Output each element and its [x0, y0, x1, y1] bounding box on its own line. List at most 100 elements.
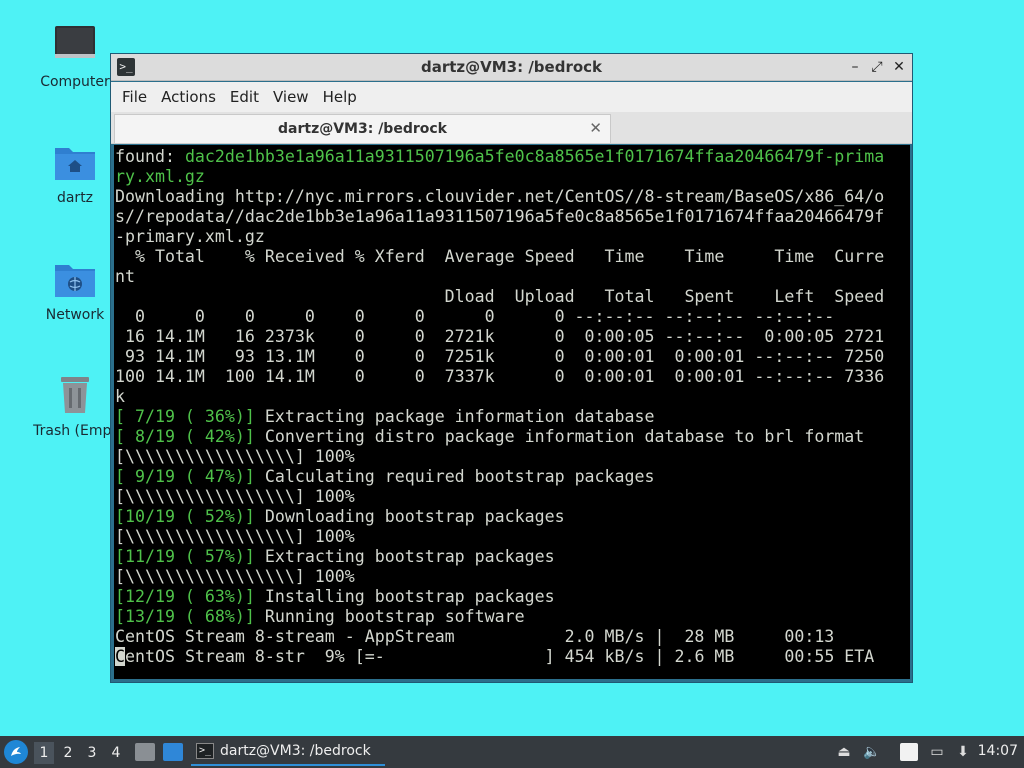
menu-actions[interactable]: Actions	[154, 88, 223, 106]
terminal-line: k	[115, 387, 910, 407]
terminal-line: nt	[115, 267, 910, 287]
minimize-button[interactable]: –	[848, 58, 862, 76]
terminal-line: [\\\\\\\\\\\\\\\\\] 100%	[115, 527, 910, 547]
home-folder-icon	[53, 140, 97, 184]
network-status-icon[interactable]: ▭	[928, 743, 946, 761]
menu-file[interactable]: File	[115, 88, 154, 106]
desktop-icon-home[interactable]: dartz	[30, 140, 120, 206]
clipboard-icon[interactable]	[900, 743, 918, 761]
terminal-text: Extracting bootstrap packages	[254, 547, 555, 566]
terminal-text: 16 14.1M 16 2373k 0 0 2721k 0 0:00:05 --…	[115, 327, 885, 346]
computer-icon	[53, 24, 97, 68]
show-desktop-icon[interactable]	[163, 743, 183, 761]
desktop-icon-computer[interactable]: Computer	[30, 24, 120, 90]
terminal-task-icon: >_	[196, 743, 214, 759]
workspace-2[interactable]: 2	[58, 742, 78, 764]
terminal-line: % Total % Received % Xferd Average Speed…	[115, 247, 910, 267]
terminal-line: CentOS Stream 8-str 9% [=- ] 454 kB/s | …	[115, 647, 910, 667]
terminal-line: [ 9/19 ( 47%)] Calculating required boot…	[115, 467, 910, 487]
terminal-text: % Total % Received % Xferd Average Speed…	[115, 247, 885, 266]
terminal-line: [10/19 ( 52%)] Downloading bootstrap pac…	[115, 507, 910, 527]
terminal-line: ry.xml.gz	[115, 167, 910, 187]
terminal-line: 16 14.1M 16 2373k 0 0 2721k 0 0:00:05 --…	[115, 327, 910, 347]
file-manager-launcher-icon[interactable]	[135, 743, 155, 761]
desktop-icon-network[interactable]: Network	[30, 257, 120, 323]
terminal-line: [\\\\\\\\\\\\\\\\\] 100%	[115, 447, 910, 467]
terminal-text: [11/19 ( 57%)]	[115, 547, 255, 566]
tab-bar: dartz@VM3: /bedrock ✕	[111, 112, 912, 144]
terminal-line: [\\\\\\\\\\\\\\\\\] 100%	[115, 487, 910, 507]
tab-label: dartz@VM3: /bedrock	[278, 121, 447, 137]
terminal-line: Downloading http://nyc.mirrors.clouvider…	[115, 187, 910, 207]
terminal-text: [\\\\\\\\\\\\\\\\\] 100%	[115, 447, 355, 466]
terminal-line: [ 7/19 ( 36%)] Extracting package inform…	[115, 407, 910, 427]
clock: 14:07	[977, 743, 1018, 759]
terminal-text: -primary.xml.gz	[115, 227, 265, 246]
tab-terminal[interactable]: dartz@VM3: /bedrock ✕	[114, 114, 611, 143]
terminal-line: 100 14.1M 100 14.1M 0 0 7337k 0 0:00:01 …	[115, 367, 910, 387]
terminal-line: 93 14.1M 93 13.1M 0 0 7251k 0 0:00:01 0:…	[115, 347, 910, 367]
desktop-icon-label: Computer	[40, 74, 110, 90]
workspace-1[interactable]: 1	[34, 742, 54, 764]
terminal-line: [ 8/19 ( 42%)] Converting distro package…	[115, 427, 910, 447]
terminal-text: s//repodata//dac2de1bb3e1a96a11a93115071…	[115, 207, 885, 226]
terminal-text: CentOS Stream 8-stream - AppStream 2.0 M…	[115, 627, 835, 646]
terminal-line: CentOS Stream 8-stream - AppStream 2.0 M…	[115, 627, 910, 647]
menu-view[interactable]: View	[266, 88, 316, 106]
terminal-text: [ 7/19 ( 36%)]	[115, 407, 255, 426]
tab-close-button[interactable]: ✕	[589, 119, 602, 137]
terminal-text: 0 0 0 0 0 0 0 0 --:--:-- --:--:-- --:--:…	[115, 307, 835, 326]
terminal-text: Installing bootstrap packages	[254, 587, 555, 606]
desktop-icon-label: Trash (Empt	[33, 423, 117, 439]
maximize-button[interactable]: ⤢	[870, 58, 884, 76]
terminal-text: found:	[115, 147, 185, 166]
volume-icon[interactable]: 🔈	[863, 743, 881, 761]
terminal-text: Downloading http://nyc.mirrors.clouvider…	[115, 187, 885, 206]
close-button[interactable]: ✕	[892, 58, 906, 76]
terminal-line: found: dac2de1bb3e1a96a11a9311507196a5fe…	[115, 147, 910, 167]
terminal-text: [13/19 ( 68%)]	[115, 607, 255, 626]
terminal-text: entOS Stream 8-str 9% [=- ] 454 kB/s | 2…	[125, 647, 875, 666]
terminal-output[interactable]: found: dac2de1bb3e1a96a11a9311507196a5fe…	[114, 145, 910, 679]
terminal-text: dac2de1bb3e1a96a11a9311507196a5fe0c8a856…	[184, 147, 885, 166]
desktop-icon-trash[interactable]: Trash (Empt	[30, 373, 120, 439]
terminal-text: [ 9/19 ( 47%)]	[115, 467, 255, 486]
terminal-text: [10/19 ( 52%)]	[115, 507, 255, 526]
updates-icon[interactable]: ⬇	[954, 743, 972, 761]
terminal-line: [13/19 ( 68%)] Running bootstrap softwar…	[115, 607, 910, 627]
terminal-line: [11/19 ( 57%)] Extracting bootstrap pack…	[115, 547, 910, 567]
window-titlebar[interactable]: >_ dartz@VM3: /bedrock – ⤢ ✕	[111, 54, 912, 81]
workspace-3[interactable]: 3	[82, 742, 102, 764]
terminal-line: 0 0 0 0 0 0 0 0 --:--:-- --:--:-- --:--:…	[115, 307, 910, 327]
terminal-line: s//repodata//dac2de1bb3e1a96a11a93115071…	[115, 207, 910, 227]
taskbar: 1 2 3 4 >_ dartz@VM3: /bedrock ⏏ 🔈 ▭ ⬇ 1…	[0, 736, 1024, 768]
window-title: dartz@VM3: /bedrock	[420, 58, 603, 76]
desktop-icon-label: Network	[45, 307, 105, 323]
terminal-text: [\\\\\\\\\\\\\\\\\] 100%	[115, 567, 355, 586]
workspace-4[interactable]: 4	[106, 742, 126, 764]
network-folder-icon	[53, 257, 97, 301]
terminal-text: ry.xml.gz	[115, 167, 205, 186]
taskbar-task-terminal[interactable]: >_ dartz@VM3: /bedrock	[191, 738, 385, 766]
terminal-line: [\\\\\\\\\\\\\\\\\] 100%	[115, 567, 910, 587]
terminal-window: >_ dartz@VM3: /bedrock – ⤢ ✕ File Action…	[110, 53, 913, 683]
terminal-text: [\\\\\\\\\\\\\\\\\] 100%	[115, 527, 355, 546]
menu-help[interactable]: Help	[316, 88, 364, 106]
terminal-text: [12/19 ( 63%)]	[115, 587, 255, 606]
terminal-text: Extracting package information database	[254, 407, 655, 426]
eject-icon[interactable]: ⏏	[835, 743, 853, 761]
terminal-text: [ 8/19 ( 42%)]	[115, 427, 255, 446]
desktop-icon-label: dartz	[56, 190, 94, 206]
trash-icon	[53, 373, 97, 417]
terminal-text: k	[115, 387, 125, 406]
terminal-text: nt	[115, 267, 135, 286]
menu-edit[interactable]: Edit	[223, 88, 266, 106]
terminal-text: 100 14.1M 100 14.1M 0 0 7337k 0 0:00:01 …	[115, 367, 885, 386]
terminal-text: 93 14.1M 93 13.1M 0 0 7251k 0 0:00:01 0:…	[115, 347, 885, 366]
terminal-text: [\\\\\\\\\\\\\\\\\] 100%	[115, 487, 355, 506]
terminal-text: Dload Upload Total Spent Left Speed	[115, 287, 885, 306]
terminal-line: [12/19 ( 63%)] Installing bootstrap pack…	[115, 587, 910, 607]
start-menu-icon[interactable]	[4, 740, 28, 764]
terminal-line: -primary.xml.gz	[115, 227, 910, 247]
terminal-text: Downloading bootstrap packages	[254, 507, 565, 526]
